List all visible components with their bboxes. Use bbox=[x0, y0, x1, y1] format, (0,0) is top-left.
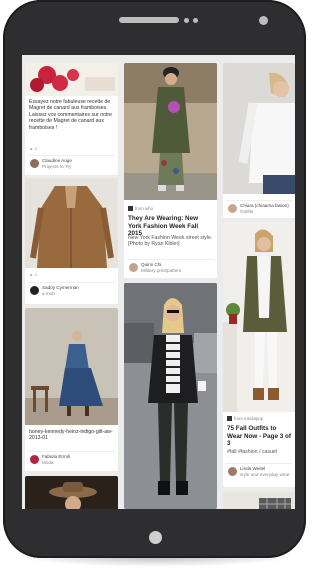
source-label: from mediapop bbox=[234, 416, 264, 421]
pin-attribution[interactable]: Fabiola Ermili Moda bbox=[28, 451, 115, 466]
pin-image[interactable] bbox=[124, 63, 217, 200]
pin-image[interactable] bbox=[223, 492, 295, 509]
board-name: a mob bbox=[42, 290, 55, 296]
avatar bbox=[30, 159, 39, 168]
pin-likes: ▲ 1 bbox=[29, 272, 38, 277]
pin-image[interactable] bbox=[223, 63, 295, 194]
sensor-dot bbox=[184, 18, 189, 23]
source-label: from who bbox=[135, 206, 154, 211]
pin-likes: ▲ 2 bbox=[29, 146, 38, 151]
pin-description: honey-kennedy-heinz-indigo-gilt-aw-2013-… bbox=[29, 429, 113, 442]
board-name: Outfits bbox=[240, 208, 254, 214]
camera-dot bbox=[259, 16, 268, 25]
pin-card[interactable] bbox=[124, 283, 217, 509]
pin-description: New York Fashion Week street style. [Pho… bbox=[128, 235, 213, 248]
military-jacket-image bbox=[124, 63, 217, 200]
pin-attribution[interactable]: Chiara (chiaama.fasion) Outfits bbox=[226, 200, 292, 215]
pinner-name: Fabiola Ermili bbox=[42, 454, 70, 459]
pinner-name: Linda Weitel bbox=[240, 466, 266, 471]
pin-image[interactable] bbox=[223, 222, 295, 412]
pin-image[interactable] bbox=[25, 63, 118, 96]
pin-card[interactable] bbox=[223, 492, 295, 509]
white-shirt-image bbox=[223, 63, 295, 194]
pin-title: 75 Fall Outfits to Wear Now - Page 3 of … bbox=[227, 425, 291, 448]
board-name: Projects to Try bbox=[42, 163, 72, 169]
phone-frame: Essayez notre fabuleuse recette de Magre… bbox=[3, 0, 306, 558]
hat-image bbox=[25, 476, 118, 509]
brown-coat-image bbox=[25, 178, 118, 268]
avatar bbox=[30, 455, 39, 464]
avatar bbox=[30, 286, 39, 295]
pin-card[interactable]: honey-kennedy-heinz-indigo-gilt-aw-2013-… bbox=[25, 308, 118, 471]
avatar bbox=[129, 263, 138, 272]
avatar bbox=[228, 467, 237, 476]
board-name: style and everyday wear bbox=[240, 471, 290, 477]
pin-card[interactable]: from mediapop 75 Fall Outfits to Wear No… bbox=[223, 222, 295, 487]
denim-outfit-image bbox=[25, 308, 118, 425]
pin-card[interactable]: Chiara (chiaama.fasion) Outfits bbox=[223, 63, 295, 218]
pin-card[interactable]: from who They Are Wearing: New York Fash… bbox=[124, 63, 217, 278]
pin-attribution[interactable]: Quinn Chi Military print/pattern bbox=[127, 259, 214, 274]
pinner-name: Sadoy Cymerman bbox=[42, 285, 79, 290]
pin-image[interactable] bbox=[25, 308, 118, 425]
plaid-image bbox=[223, 492, 295, 509]
pin-card[interactable]: ▲ 1 Sadoy Cymerman a mob bbox=[25, 178, 118, 304]
sensor-dot bbox=[193, 18, 198, 23]
pin-source[interactable]: from who bbox=[128, 206, 154, 212]
speaker-grille bbox=[119, 17, 179, 23]
olive-coat-image bbox=[223, 222, 295, 412]
leather-jacket-image bbox=[124, 283, 217, 509]
pin-image[interactable] bbox=[124, 283, 217, 509]
pinner-name: Chiara (chiaama.fasion) bbox=[240, 203, 289, 208]
pinner-name: Claudine Auge bbox=[42, 158, 72, 163]
pin-image[interactable] bbox=[25, 476, 118, 509]
pin-tags: #fall #fashion / casuel bbox=[227, 449, 277, 455]
pin-card[interactable] bbox=[25, 476, 118, 509]
pin-attribution[interactable]: Claudine Auge Projects to Try bbox=[28, 155, 115, 170]
pin-attribution[interactable]: Sadoy Cymerman a mob bbox=[28, 282, 115, 297]
raspberries-image bbox=[25, 63, 118, 96]
pinner-name: Quinn Chi bbox=[141, 262, 162, 267]
board-name: Military print/pattern bbox=[141, 267, 182, 273]
pin-description: Essayez notre fabuleuse recette de Magre… bbox=[29, 99, 113, 131]
pin-card[interactable]: Essayez notre fabuleuse recette de Magre… bbox=[25, 63, 118, 175]
pin-source[interactable]: from mediapop bbox=[227, 416, 264, 422]
pin-image[interactable] bbox=[25, 178, 118, 268]
pinterest-feed[interactable]: Essayez notre fabuleuse recette de Magre… bbox=[22, 55, 295, 509]
board-name: Moda bbox=[42, 459, 54, 465]
avatar bbox=[228, 204, 237, 213]
pin-attribution[interactable]: Linda Weitel style and everyday wear bbox=[226, 463, 292, 478]
home-button[interactable] bbox=[149, 531, 162, 544]
